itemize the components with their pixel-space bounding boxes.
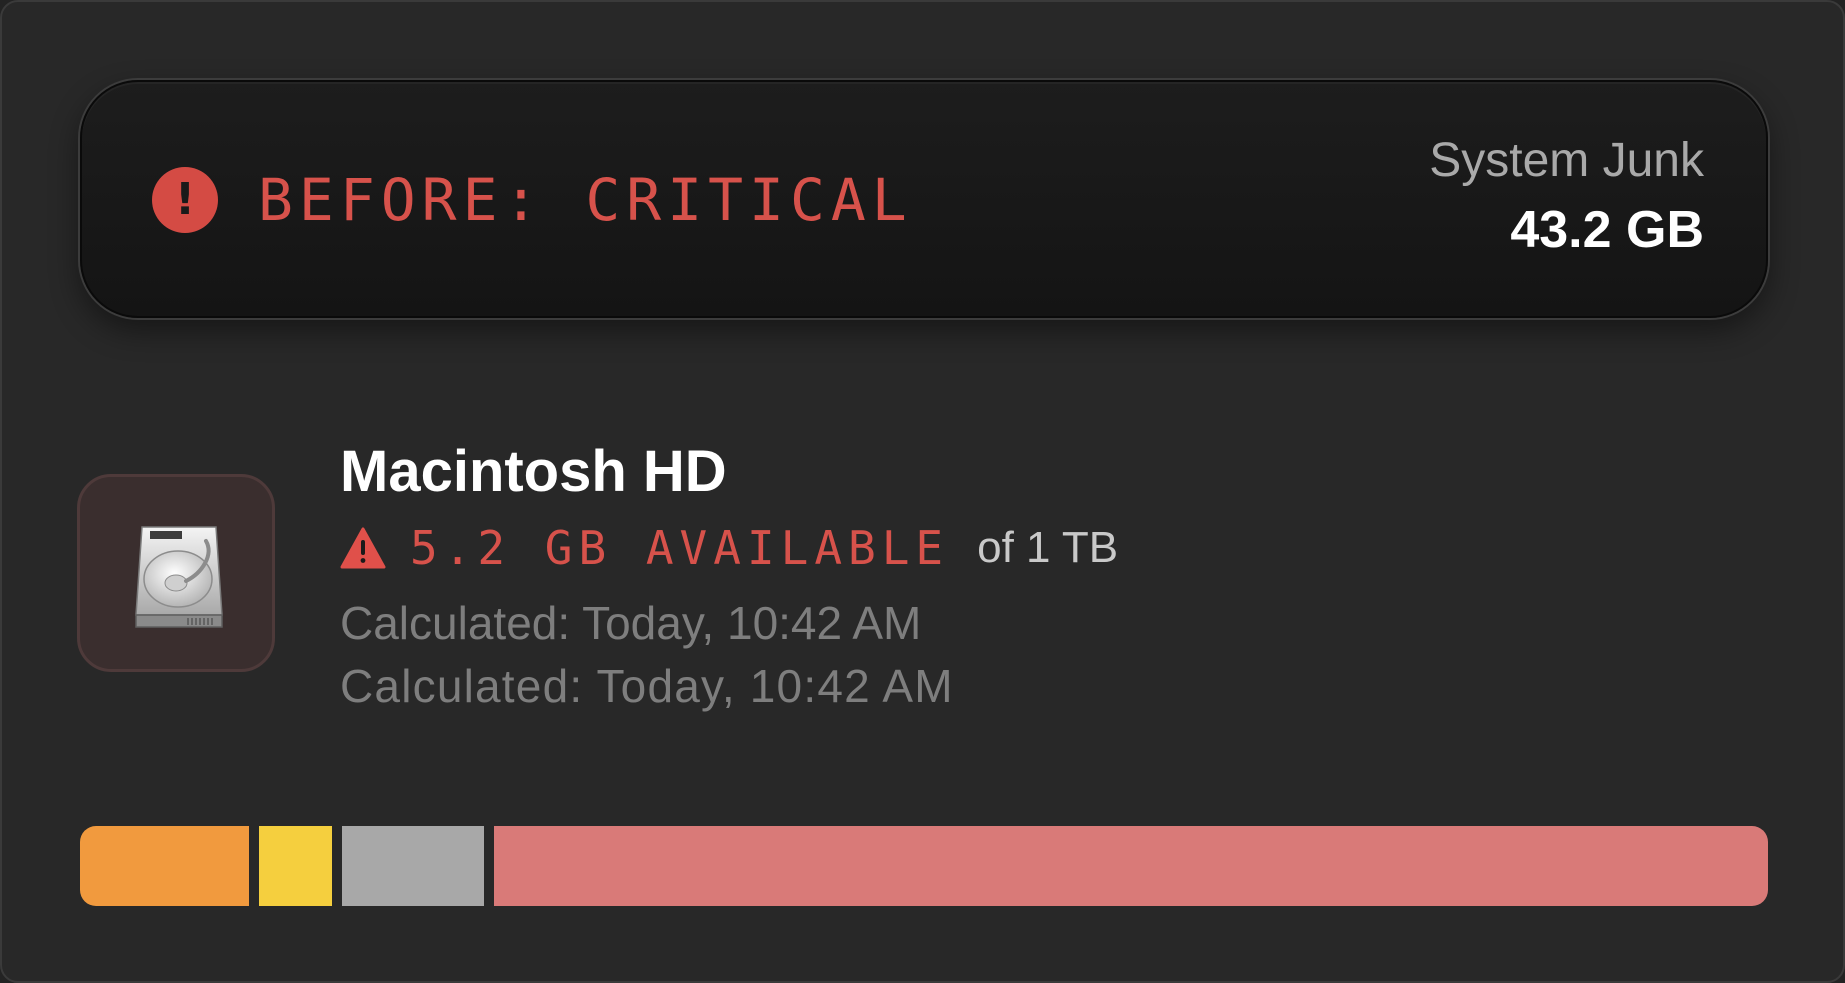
storage-segment-orange [80,826,259,906]
disk-tile [77,474,275,672]
disk-capacity-text: of 1 TB [977,523,1119,572]
system-junk-label: System Junk [1429,134,1704,187]
exclamation-circle-icon: ! [152,167,218,233]
warning-triangle-icon [340,527,386,569]
storage-segment-yellow [259,826,342,906]
system-junk-value: 43.2 GB [1510,201,1704,259]
calculated-timestamp: Calculated: Today, 10:42 AM [340,597,922,649]
hard-drive-icon [135,526,223,628]
storage-usage-bar [80,826,1768,906]
disk-name: Macintosh HD [340,439,727,504]
system-junk-summary: System Junk 43.2 GB [1429,132,1704,262]
storage-segment-red [494,826,1768,906]
status-banner: ! BEFORE: CRITICAL System Junk 43.2 GB [80,80,1768,318]
available-space-row: 5.2 GB AVAILABLE of 1 TB [340,518,1118,578]
calculated-timestamp-secondary: Calculated: Today, 10:42 AM [340,660,954,712]
storage-status-window: ! BEFORE: CRITICAL System Junk 43.2 GB M… [0,0,1845,983]
available-space-text: 5.2 GB AVAILABLE [410,521,950,575]
storage-segment-gray [342,826,494,906]
status-label: BEFORE: CRITICAL [258,166,913,234]
